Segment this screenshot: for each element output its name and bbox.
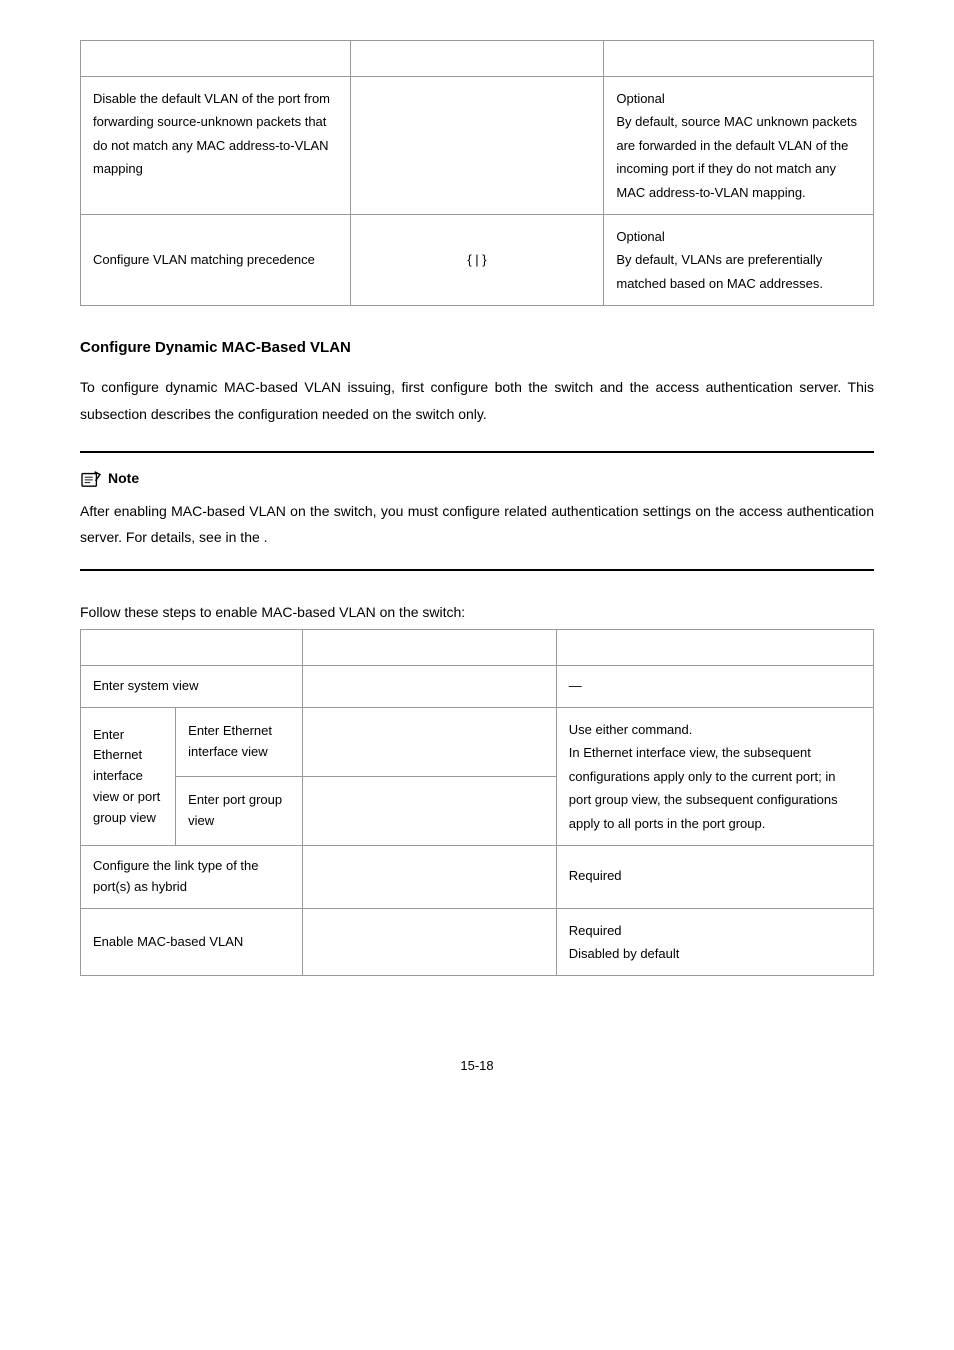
cell-sub: Enter port group view: [176, 777, 303, 846]
cell-cmd: [303, 846, 557, 909]
config-table-1: Disable the default VLAN of the port fro…: [80, 40, 874, 306]
intro-text: To configure dynamic MAC-based VLAN issu…: [80, 374, 874, 427]
note-header: Note: [80, 467, 874, 489]
cell-todo: Configure the link type of the port(s) a…: [81, 846, 303, 909]
note-text-part: .: [264, 529, 268, 545]
header-cell: [350, 41, 604, 77]
cell-todo: Configure VLAN matching precedence: [81, 214, 351, 305]
cell-todo: Disable the default VLAN of the port fro…: [81, 77, 351, 215]
cell-sub: Enter Ethernet interface view: [176, 708, 303, 777]
note-block: Note After enabling MAC-based VLAN on th…: [80, 451, 874, 571]
cell-cmd: [303, 666, 557, 708]
table-row: Configure the link type of the port(s) a…: [81, 846, 874, 909]
header-cell: [604, 41, 874, 77]
cell-remarks: RequiredDisabled by default: [556, 908, 873, 976]
config-table-2: Enter system view — Enter Ethernet inter…: [80, 629, 874, 976]
table-row: Configure VLAN matching precedence { | }…: [81, 214, 874, 305]
cell-cmd: { | }: [350, 214, 604, 305]
cell-remarks: OptionalBy default, VLANs are preferenti…: [604, 214, 874, 305]
cell-remarks: —: [556, 666, 873, 708]
table-header-row: [81, 41, 874, 77]
note-icon: [80, 470, 102, 488]
table-row: Disable the default VLAN of the port fro…: [81, 77, 874, 215]
table-row: Enter Ethernet interface view or port gr…: [81, 708, 874, 777]
cell-remarks: Use either command.In Ethernet interface…: [556, 708, 873, 846]
cell-cmd: [350, 77, 604, 215]
note-text: After enabling MAC-based VLAN on the swi…: [80, 498, 874, 551]
header-cell: [81, 41, 351, 77]
cell-cmd: [303, 708, 557, 777]
cell-cmd: [303, 777, 557, 846]
cell-todo: Enable MAC-based VLAN: [81, 908, 303, 976]
cell-todo: Enter system view: [81, 666, 303, 708]
note-text-part: in the: [226, 529, 264, 545]
cell-group: Enter Ethernet interface view or port gr…: [81, 708, 176, 846]
note-label: Note: [108, 467, 139, 489]
header-cell: [556, 630, 873, 666]
cell-remarks: Required: [556, 846, 873, 909]
note-text-part: After enabling MAC-based VLAN on the swi…: [80, 503, 874, 546]
table-row: Enable MAC-based VLAN RequiredDisabled b…: [81, 908, 874, 976]
cell-cmd: [303, 908, 557, 976]
header-cell: [303, 630, 557, 666]
section-title: Configure Dynamic MAC-Based VLAN: [80, 336, 874, 360]
header-cell: [81, 630, 303, 666]
table-row: Enter system view —: [81, 666, 874, 708]
table-header-row: [81, 630, 874, 666]
page-number: 15-18: [80, 1056, 874, 1077]
cell-remarks: OptionalBy default, source MAC unknown p…: [604, 77, 874, 215]
follow-text: Follow these steps to enable MAC-based V…: [80, 601, 874, 623]
